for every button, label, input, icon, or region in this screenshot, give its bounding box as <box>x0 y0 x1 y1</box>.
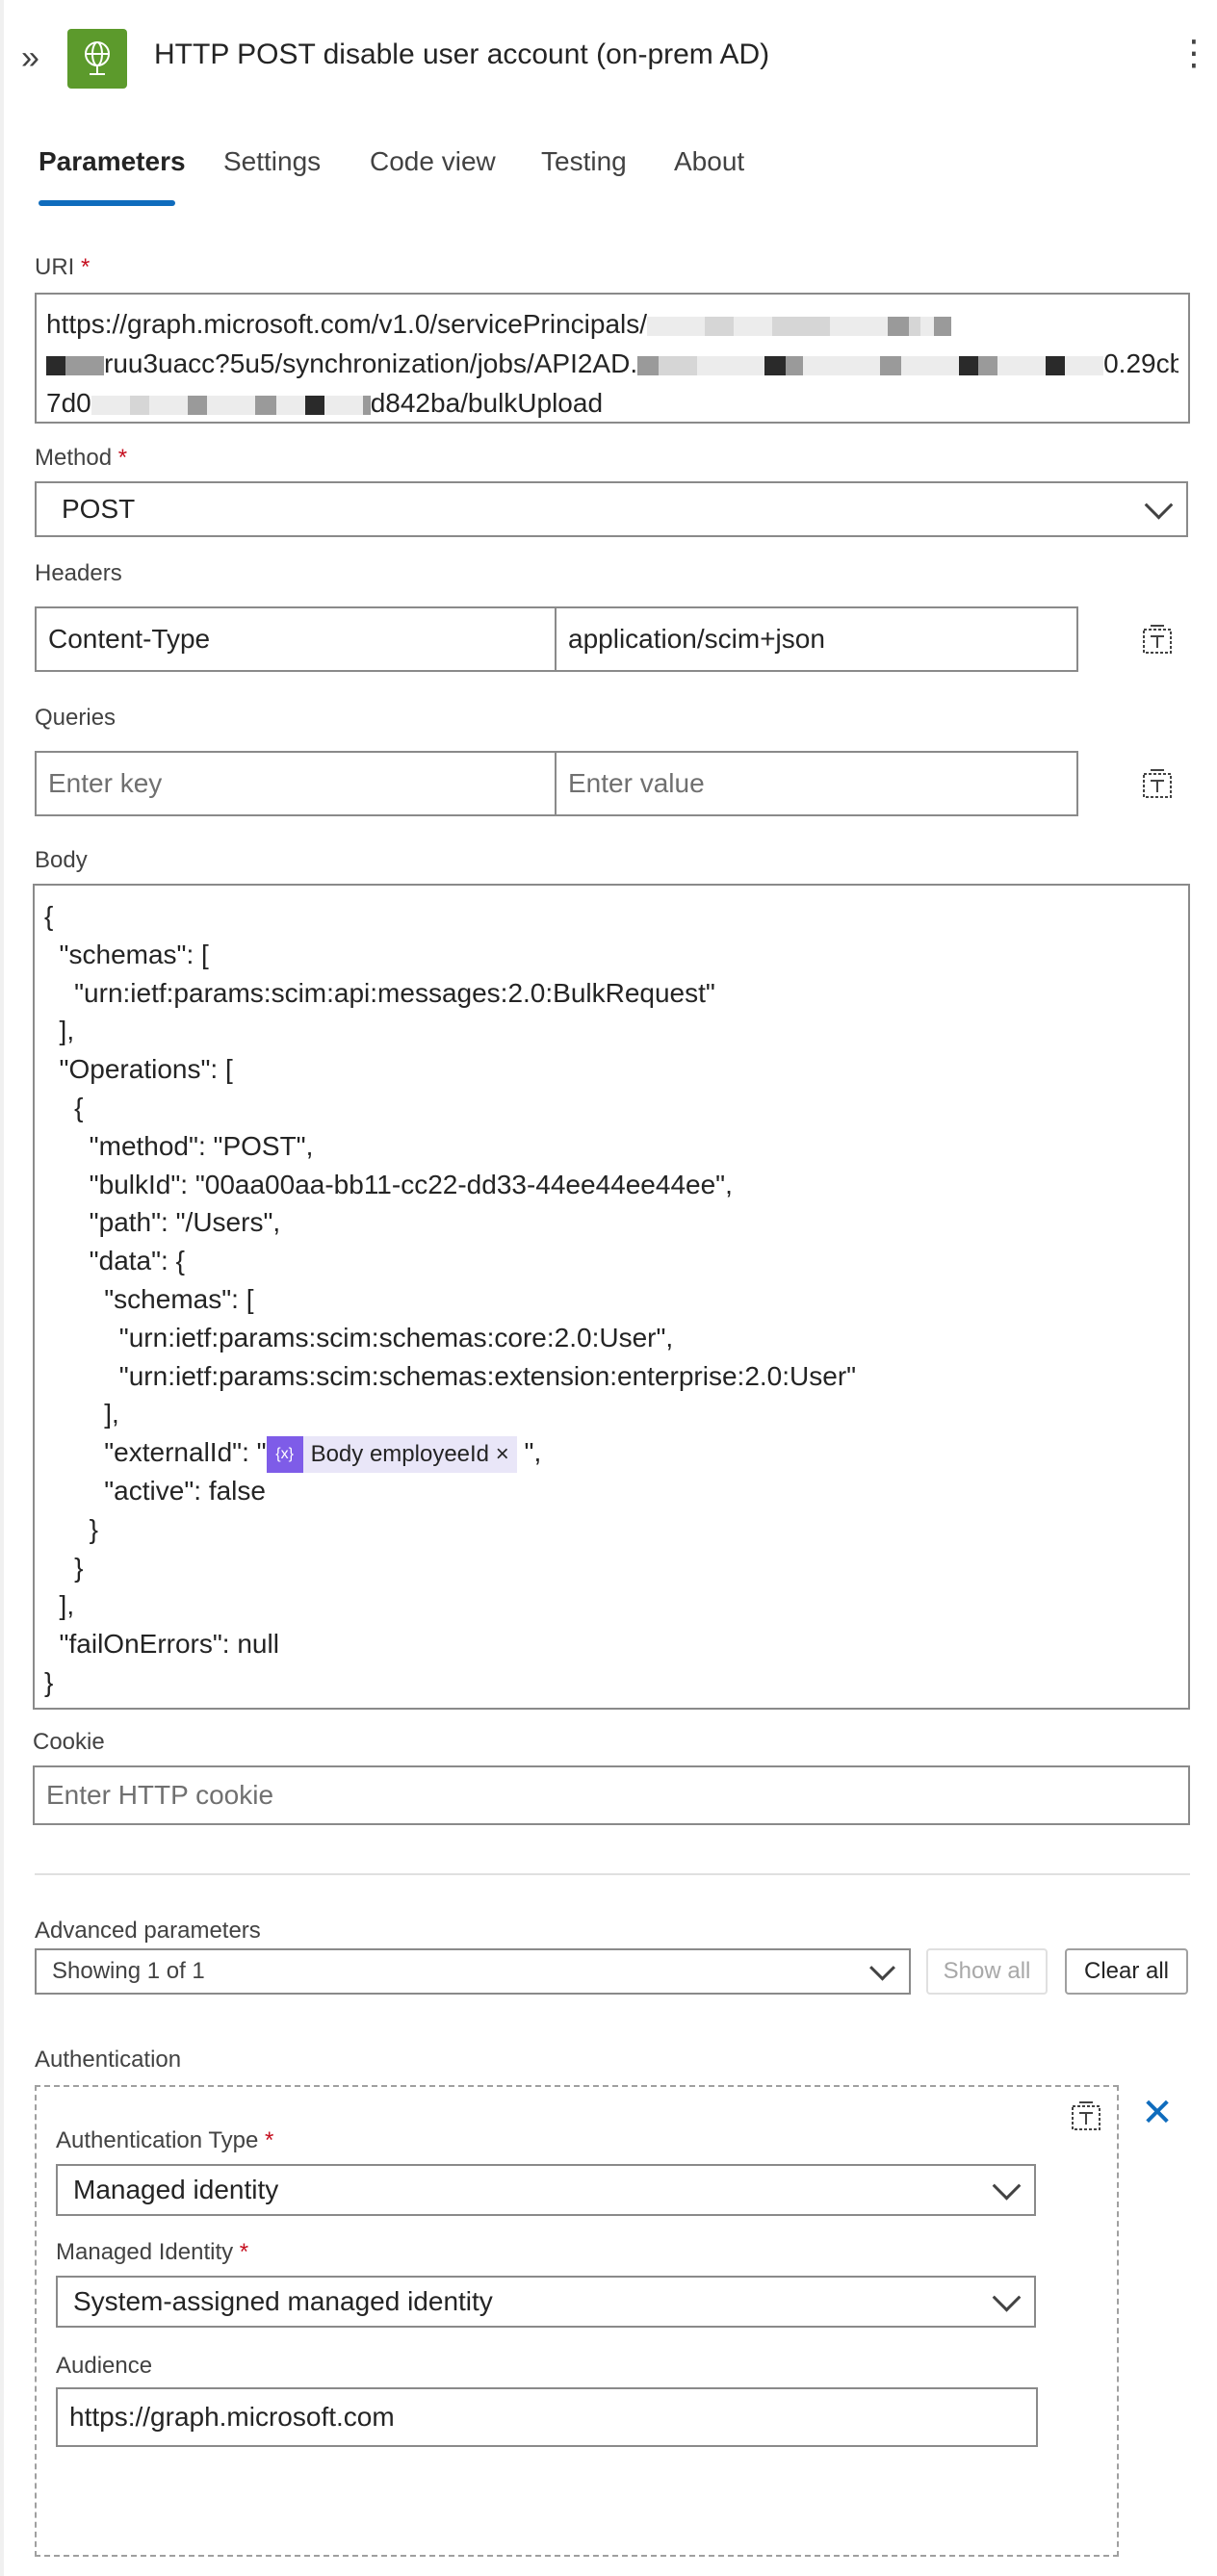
header-key-input[interactable]: Content-Type <box>35 606 557 672</box>
body-line: "data": { <box>44 1246 185 1276</box>
uri-line-3: 7d0 <box>46 388 91 418</box>
body-line-external-id: "externalId": " {x} Body employeeId × ", <box>44 1433 1178 1474</box>
chevron-double-right-icon[interactable]: » <box>21 39 50 77</box>
close-icon[interactable]: ✕ <box>1140 2094 1175 2132</box>
body-line: "failOnErrors": null <box>44 1629 279 1660</box>
body-line: "path": "/Users", <box>44 1207 281 1238</box>
query-value-input[interactable]: Enter value <box>555 751 1078 816</box>
cookie-label: Cookie <box>33 1729 105 1755</box>
body-line: "bulkId": "00aa00aa-bb11-cc22-dd33-44ee4… <box>44 1169 733 1199</box>
advanced-parameters-value: Showing 1 of 1 <box>52 1958 205 1984</box>
chevron-down-icon <box>992 2282 1022 2312</box>
managed-identity-label: Managed Identity * <box>56 2239 249 2265</box>
body-line: "method": "POST", <box>44 1130 314 1161</box>
audience-input[interactable]: https://graph.microsoft.com <box>56 2387 1038 2447</box>
query-key-input[interactable]: Enter key <box>35 751 557 816</box>
body-line: "urn:ietf:params:scim:schemas:extension:… <box>44 1360 857 1391</box>
audience-label: Audience <box>56 2353 153 2379</box>
uri-line-2: ruu3uacc?5u5/synchronization/jobs/API2AD… <box>104 348 638 378</box>
header-value-input[interactable]: application/scim+json <box>555 606 1078 672</box>
section-divider <box>35 1873 1190 1875</box>
tab-about[interactable]: About <box>674 146 744 177</box>
uri-label: URI * <box>35 254 91 280</box>
body-line: { <box>44 1092 84 1122</box>
body-line: ], <box>44 1399 119 1430</box>
body-line: } <box>44 1513 99 1544</box>
delete-row-icon[interactable] <box>1138 764 1177 803</box>
tab-settings[interactable]: Settings <box>223 146 321 177</box>
audience-value: https://graph.microsoft.com <box>69 2402 395 2432</box>
advanced-parameters-dropdown[interactable]: Showing 1 of 1 <box>35 1948 911 1995</box>
body-editor[interactable]: { "schemas": [ "urn:ietf:params:scim:api… <box>33 884 1190 1710</box>
action-title: HTTP POST disable user account (on-prem … <box>154 39 770 70</box>
tab-testing[interactable]: Testing <box>541 146 627 177</box>
body-label: Body <box>35 847 88 873</box>
body-line: "active": false <box>44 1475 266 1506</box>
token-remove-icon[interactable]: × <box>496 1435 509 1474</box>
chevron-down-icon <box>1144 490 1174 520</box>
tab-code-view[interactable]: Code view <box>370 146 496 177</box>
body-line: ], <box>44 1016 75 1046</box>
authentication-label: Authentication <box>35 2047 182 2073</box>
method-value: POST <box>62 494 136 524</box>
advanced-parameters-label: Advanced parameters <box>35 1918 261 1944</box>
delete-row-icon[interactable] <box>1138 620 1177 658</box>
body-line: "urn:ietf:params:scim:schemas:core:2.0:U… <box>44 1322 674 1352</box>
uri-line-2-tail: 0.29cb7 <box>1103 348 1178 378</box>
body-line: "Operations": [ <box>44 1054 233 1085</box>
more-vertical-icon[interactable]: ⋮ <box>1177 36 1211 77</box>
uri-line-3-tail: d842ba/bulkUpload <box>370 388 604 418</box>
uri-input[interactable]: https://graph.microsoft.com/v1.0/service… <box>35 293 1190 424</box>
active-tab-indicator <box>39 200 175 206</box>
chevron-down-icon <box>992 2171 1022 2201</box>
body-line: } <box>44 1552 84 1583</box>
body-line: "schemas": [ <box>44 1283 254 1314</box>
expression-icon: {x} <box>266 1435 303 1473</box>
header-key-value: Content-Type <box>48 624 211 654</box>
body-line: "schemas": [ <box>44 939 209 969</box>
authentication-type-value: Managed identity <box>73 2175 279 2204</box>
cookie-input[interactable]: Enter HTTP cookie <box>33 1765 1190 1825</box>
body-line: ], <box>44 1590 75 1621</box>
clear-all-button[interactable]: Clear all <box>1065 1948 1188 1995</box>
tab-parameters[interactable]: Parameters <box>39 146 186 177</box>
uri-line-1: https://graph.microsoft.com/v1.0/service… <box>46 309 648 339</box>
managed-identity-dropdown[interactable]: System-assigned managed identity <box>56 2276 1036 2328</box>
managed-identity-value: System-assigned managed identity <box>73 2286 493 2316</box>
body-line: } <box>44 1666 54 1697</box>
authentication-type-label: Authentication Type * <box>56 2127 274 2153</box>
panel-left-border <box>0 0 4 2576</box>
headers-label: Headers <box>35 560 122 586</box>
header-value-value: application/scim+json <box>568 624 825 654</box>
queries-label: Queries <box>35 705 117 731</box>
cookie-placeholder: Enter HTTP cookie <box>46 1780 274 1810</box>
method-label: Method * <box>35 445 128 471</box>
globe-icon <box>67 29 127 89</box>
chevron-down-icon <box>869 1954 895 1981</box>
query-value-placeholder: Enter value <box>568 768 705 798</box>
dynamic-content-token[interactable]: {x} Body employeeId × <box>266 1435 517 1474</box>
query-key-placeholder: Enter key <box>48 768 163 798</box>
token-label: Body employeeId <box>310 1440 490 1467</box>
body-line: "urn:ietf:params:scim:api:messages:2.0:B… <box>44 977 715 1008</box>
body-line: { <box>44 901 54 931</box>
delete-row-icon[interactable] <box>1067 2097 1105 2135</box>
method-dropdown[interactable]: POST <box>35 481 1188 537</box>
show-all-button[interactable]: Show all <box>926 1948 1048 1995</box>
authentication-type-dropdown[interactable]: Managed identity <box>56 2164 1036 2216</box>
